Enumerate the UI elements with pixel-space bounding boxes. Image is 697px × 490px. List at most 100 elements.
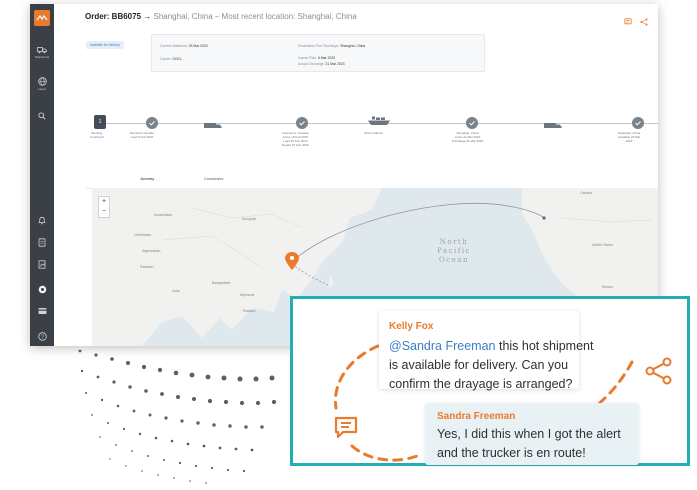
field-label: Destination Port Discharge: [298, 44, 340, 48]
search-icon [38, 112, 46, 120]
field-value: 21 Mar 2023 [325, 62, 345, 66]
map-place-label: Bangladesh [212, 281, 231, 285]
detail-tabs: Journey Containers [86, 172, 658, 189]
map-place-label: Afghanistan [142, 249, 161, 253]
sidebar-item-notifications[interactable] [30, 216, 54, 225]
sidebar-item-documents[interactable] [30, 238, 54, 247]
carrier-plan-field: Carrier Plan: 6 Mar 2020 [298, 56, 335, 60]
svg-text:?: ? [41, 334, 44, 340]
field-value: Shanghai, China [340, 44, 366, 48]
sidebar-item-lanes[interactable]: Lanes [30, 77, 54, 91]
timeline-step-shanghai-port[interactable] [466, 117, 478, 129]
timeline-label: Montreal, Canada Load 5 Feb 2020 [130, 131, 154, 139]
field-label: Carrier Plan: [298, 56, 318, 60]
step-number: 1 [98, 119, 102, 125]
user-mention[interactable]: @Sandra Freeman [389, 339, 496, 353]
globe-icon [37, 77, 47, 86]
actual-discharge-field: Actual Discharge: 21 Mar 2023 [298, 62, 345, 66]
sidebar-item-search[interactable] [30, 112, 54, 120]
timeline-label: Shanghai, China Available 23 Mar 2020 [618, 131, 640, 143]
map-place-label: Pakistan [140, 265, 153, 269]
tab-journey[interactable]: Journey [140, 176, 154, 181]
current-milestone-field: Current Milestone: 23 Mar 2023 [160, 44, 208, 48]
shipment-info-card: Current Milestone: 23 Mar 2023 Carrier: … [151, 34, 485, 72]
zoom-out-button[interactable]: − [99, 207, 109, 217]
document-icon [38, 238, 46, 247]
sidebar-item-analytics[interactable] [30, 260, 54, 269]
timeline-label-line: Depart 27 Feb 2020 [282, 143, 309, 147]
map-place-label: Canada [580, 191, 592, 195]
map-place-label: India [172, 289, 180, 293]
sidebar-item-billing[interactable] [30, 307, 54, 315]
message-text: this hot shipment [495, 339, 594, 353]
order-subtitle: Shanghai, China – Most recent location: … [153, 12, 357, 21]
timeline-label-line: Confirmed [90, 135, 104, 139]
timeline-step-montreal[interactable] [146, 117, 158, 129]
message-line: is available for delivery. Can you [389, 358, 569, 372]
check-icon [149, 121, 155, 126]
help-icon: ? [37, 332, 47, 341]
page-title: Order: BB6075 → Shanghai, China – Most r… [85, 12, 357, 21]
map-place-label: Thailand [242, 309, 255, 313]
bell-icon [38, 216, 46, 225]
map-place-label: Myanmar [240, 293, 255, 297]
timeline-label-line: Discharge 21 Mar 2020 [452, 139, 484, 143]
field-label: Actual Discharge: [298, 62, 325, 66]
check-icon [299, 121, 305, 126]
app-window: Shipments Lanes ? Order: BB6075 → Shangh… [30, 4, 658, 346]
map-place-label: Uzbekistan [134, 233, 151, 237]
app-logo[interactable] [34, 10, 50, 26]
journey-timeline: 1 Booking Confirmed Montreal, Canada Loa… [86, 111, 658, 161]
status-badge: Available for Delivery [86, 41, 124, 49]
timeline-label-line: OOCL Atlantic [364, 131, 383, 135]
sidebar-item-help[interactable]: ? [30, 332, 54, 341]
message-sender: Sandra Freeman [437, 411, 516, 422]
message-sender: Kelly Fox [389, 321, 434, 332]
map-place-label: Mongolia [242, 217, 256, 221]
ocean-label-line: Pacific [437, 247, 471, 255]
map-zoom-control: + − [98, 196, 110, 218]
title-arrow: → [143, 12, 152, 21]
carrier-field: Carrier: OOCL [160, 57, 182, 61]
field-value: 6 Mar 2020 [317, 56, 336, 60]
share-network-icon [645, 357, 673, 390]
timeline-label-line: Load 5 Feb 2020 [130, 135, 154, 139]
message-line: and the trucker is en route! [437, 446, 586, 460]
map-place-label: United States [592, 243, 613, 247]
ocean-label-line: Ocean [439, 256, 469, 264]
message-body: Yes, I did this when I got the alert and… [437, 425, 621, 463]
field-value: 23 Mar 2023 [188, 44, 208, 48]
sidebar-item-label: Shipments [34, 55, 50, 59]
field-label: Carrier: [160, 57, 172, 61]
map-place-label: Kazakhstan [154, 213, 172, 217]
check-icon [469, 121, 475, 126]
timeline-label: OOCL Atlantic [364, 131, 383, 135]
ocean-label-line: North [439, 238, 469, 246]
timeline-step-shanghai-delivery[interactable] [632, 117, 644, 129]
card-icon [38, 308, 46, 314]
ocean-label: North Pacific Ocean [437, 238, 471, 265]
message-line: Yes, I did this when I got the alert [437, 427, 621, 441]
check-icon [635, 121, 641, 126]
chat-message-sandra[interactable]: Sandra Freeman Yes, I did this when I go… [425, 403, 639, 465]
chat-bubble-icon [333, 415, 359, 446]
field-value: OOCL [172, 57, 182, 61]
share-icon[interactable] [640, 13, 648, 26]
comments-icon[interactable] [624, 13, 632, 25]
map-place-label: Mexico [602, 285, 613, 289]
tab-containers[interactable]: Containers [204, 176, 223, 181]
sidebar-item-status[interactable] [30, 285, 54, 294]
chat-message-kelly[interactable]: Kelly Fox @Sandra Freeman this hot shipm… [379, 311, 593, 391]
sidebar-item-shipments[interactable]: Shipments [30, 46, 54, 59]
zoom-in-button[interactable]: + [99, 197, 109, 207]
timeline-step-vancouver[interactable] [296, 117, 308, 129]
timeline-step-booking[interactable]: 1 [94, 115, 106, 129]
graph-icon [38, 260, 46, 269]
sidebar: Shipments Lanes ? [30, 4, 54, 346]
truck-icon [544, 117, 562, 135]
message-body: @Sandra Freeman this hot shipment is ava… [389, 337, 593, 394]
timeline-label-line: 2020 [625, 139, 633, 143]
destination-field: Destination Port Discharge: Shanghai, Ch… [298, 44, 365, 48]
message-line: @Sandra Freeman this hot shipment [389, 337, 593, 356]
order-number: Order: BB6075 [85, 12, 142, 21]
